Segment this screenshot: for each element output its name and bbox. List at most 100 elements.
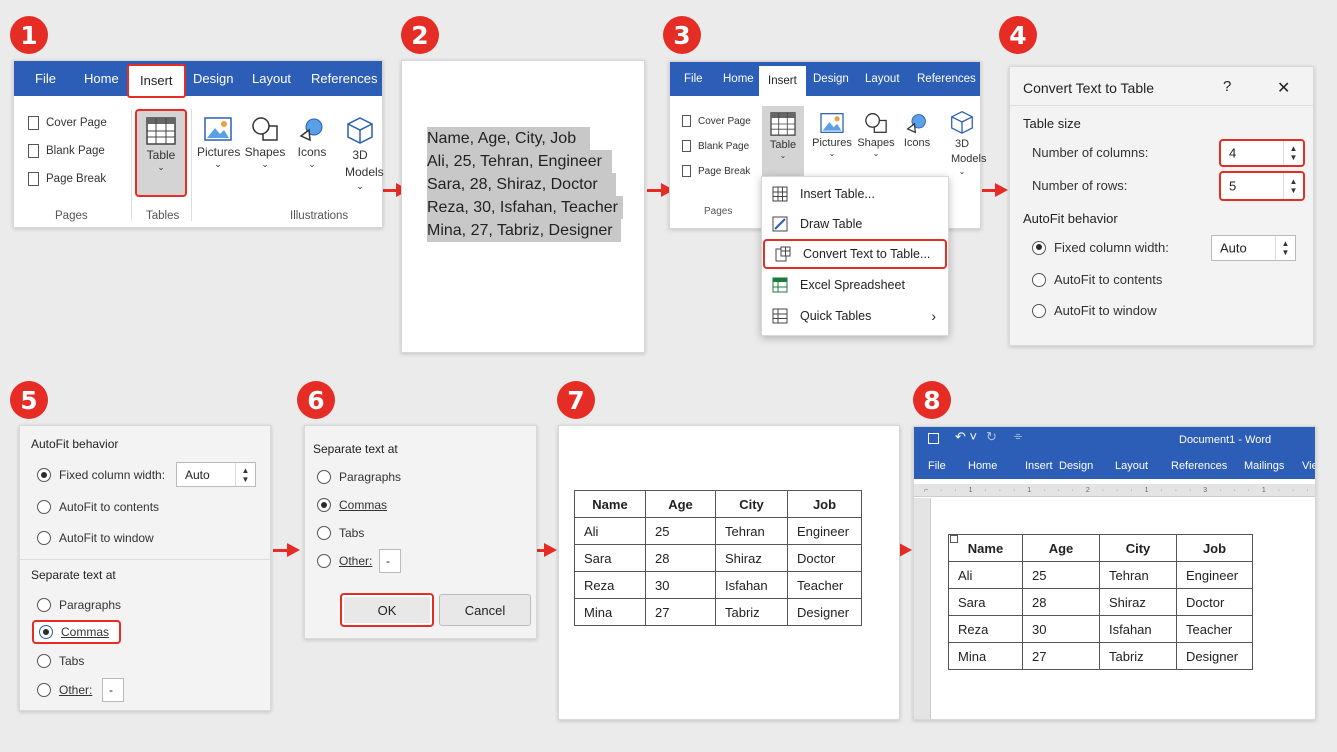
autofit-contents-option[interactable]: AutoFit to contents bbox=[1032, 272, 1162, 287]
blank-page-button[interactable]: Blank Page bbox=[682, 140, 749, 152]
tabs-option[interactable]: Tabs bbox=[317, 526, 364, 540]
tab-design[interactable]: Design bbox=[813, 62, 849, 96]
radio-selected-icon[interactable] bbox=[1032, 240, 1046, 255]
tab-insert[interactable]: Insert bbox=[759, 66, 806, 96]
vertical-ruler[interactable] bbox=[914, 498, 931, 719]
tab-file[interactable]: File bbox=[35, 61, 56, 96]
fixed-width-option[interactable]: Fixed column width: bbox=[1032, 240, 1169, 255]
rows-stepper[interactable]: 5 ▲ ▼ bbox=[1219, 171, 1305, 201]
panel-step5-options: AutoFit behavior Fixed column width: Aut… bbox=[19, 425, 271, 711]
table-cell: Reza bbox=[948, 615, 1023, 643]
radio-selected-icon[interactable] bbox=[317, 498, 331, 512]
radio-selected-icon[interactable] bbox=[39, 625, 53, 639]
tab-references[interactable]: References bbox=[1171, 460, 1227, 472]
menu-quick-tables[interactable]: Quick Tables › bbox=[762, 301, 948, 331]
selected-text-block[interactable]: Name, Age, City, Job Ali, 25, Tehran, En… bbox=[427, 127, 623, 242]
undo-icon[interactable]: ↶ ˅ bbox=[955, 429, 977, 445]
table-button[interactable]: Table ⌄ bbox=[135, 109, 187, 197]
table-cell: 27 bbox=[1022, 642, 1100, 670]
tab-home[interactable]: Home bbox=[723, 62, 754, 96]
autofit-window-option[interactable]: AutoFit to window bbox=[1032, 303, 1157, 318]
redo-icon[interactable]: ↻ bbox=[986, 429, 997, 445]
other-option[interactable]: Other: bbox=[317, 554, 372, 568]
radio-icon[interactable] bbox=[37, 683, 51, 697]
page-break-button[interactable]: Page Break bbox=[28, 172, 106, 186]
menu-excel-spreadsheet[interactable]: Excel Spreadsheet bbox=[762, 270, 948, 300]
spin-arrows-icon[interactable]: ▲ ▼ bbox=[1283, 141, 1303, 165]
help-icon[interactable]: ? bbox=[1223, 78, 1231, 95]
paragraphs-label: Paragraphs bbox=[59, 598, 122, 612]
tab-home[interactable]: Home bbox=[84, 61, 119, 96]
autofit-window-option[interactable]: AutoFit to window bbox=[37, 531, 154, 545]
tab-design[interactable]: Design bbox=[1059, 460, 1093, 472]
tab-insert[interactable]: Insert bbox=[127, 64, 186, 98]
cover-page-icon bbox=[682, 115, 691, 127]
tab-view[interactable]: Vie bbox=[1302, 460, 1315, 472]
pictures-button[interactable]: Pictures ⌄ bbox=[197, 116, 240, 170]
fixed-width-option[interactable]: Fixed column width: bbox=[37, 468, 165, 482]
spin-arrows-icon[interactable]: ▲ ▼ bbox=[1283, 173, 1303, 199]
icons-button[interactable]: Icons ⌄ bbox=[291, 116, 333, 170]
radio-selected-icon[interactable] bbox=[37, 468, 51, 482]
text-line: Name, Age, City, Job bbox=[427, 127, 591, 150]
ok-button[interactable]: OK bbox=[340, 593, 434, 627]
cover-page-button[interactable]: Cover Page bbox=[682, 115, 751, 127]
icons-button[interactable]: Icons bbox=[899, 112, 935, 149]
tab-layout[interactable]: Layout bbox=[865, 62, 900, 96]
shapes-button[interactable]: Shapes ⌄ bbox=[244, 116, 286, 170]
tab-layout[interactable]: Layout bbox=[1115, 460, 1148, 472]
step-badge-3: 3 bbox=[663, 16, 701, 54]
tab-mailings[interactable]: Mailings bbox=[1244, 460, 1284, 472]
spin-arrows-icon[interactable]: ▲ ▼ bbox=[1275, 236, 1295, 260]
autofit-contents-option[interactable]: AutoFit to contents bbox=[37, 500, 159, 514]
commas-option[interactable]: Commas bbox=[32, 620, 122, 644]
tab-file[interactable]: File bbox=[928, 460, 946, 472]
3d-models-button[interactable]: 3D Models ⌄ bbox=[942, 110, 986, 176]
table-button[interactable]: Table ⌄ bbox=[762, 106, 804, 180]
group-label-pages: Pages bbox=[55, 210, 88, 222]
tab-insert[interactable]: Insert bbox=[1025, 460, 1053, 472]
cancel-button[interactable]: Cancel bbox=[439, 594, 531, 626]
blank-page-button[interactable]: Blank Page bbox=[28, 144, 105, 158]
close-icon[interactable]: ✕ bbox=[1277, 78, 1290, 98]
other-input[interactable]: - bbox=[379, 549, 401, 573]
radio-icon[interactable] bbox=[317, 470, 331, 484]
fixed-width-stepper[interactable]: Auto ▲ ▼ bbox=[176, 462, 256, 487]
tab-references[interactable]: References bbox=[311, 61, 377, 96]
save-icon[interactable] bbox=[928, 433, 939, 444]
radio-icon[interactable] bbox=[317, 526, 331, 540]
paragraphs-option[interactable]: Paragraphs bbox=[317, 470, 401, 484]
menu-draw-table[interactable]: Draw Table bbox=[762, 209, 948, 239]
tab-references[interactable]: References bbox=[917, 62, 976, 96]
menu-convert-text-to-table[interactable]: Convert Text to Table... bbox=[763, 239, 947, 269]
tab-design[interactable]: Design bbox=[193, 61, 233, 96]
radio-icon[interactable] bbox=[1032, 303, 1046, 318]
radio-icon[interactable] bbox=[37, 654, 51, 668]
radio-icon[interactable] bbox=[37, 531, 51, 545]
tab-layout[interactable]: Layout bbox=[252, 61, 291, 96]
tabs-option[interactable]: Tabs bbox=[37, 654, 84, 668]
tab-home[interactable]: Home bbox=[968, 460, 997, 472]
cover-page-button[interactable]: Cover Page bbox=[28, 116, 107, 130]
radio-icon[interactable] bbox=[37, 598, 51, 612]
table-grid-icon bbox=[772, 186, 788, 202]
other-option[interactable]: Other: bbox=[37, 683, 92, 697]
commas-option[interactable]: Commas bbox=[317, 498, 387, 512]
horizontal-ruler[interactable]: ⌐ · · 1 · · · 1 · · · 2 · · · 1 · · · 3 … bbox=[914, 484, 1315, 497]
radio-icon[interactable] bbox=[37, 500, 51, 514]
fixed-width-stepper[interactable]: Auto ▲ ▼ bbox=[1211, 235, 1296, 261]
radio-icon[interactable] bbox=[1032, 272, 1046, 287]
tab-file[interactable]: File bbox=[684, 62, 703, 96]
pictures-button[interactable]: Pictures ⌄ bbox=[812, 112, 852, 158]
shapes-button[interactable]: Shapes ⌄ bbox=[856, 112, 896, 158]
3d-models-button[interactable]: 3D Models ⌄ bbox=[336, 116, 384, 192]
page-break-button[interactable]: Page Break bbox=[682, 165, 750, 177]
customize-icon[interactable]: ⌯ bbox=[1014, 431, 1022, 442]
menu-insert-table[interactable]: Insert Table... bbox=[762, 179, 948, 209]
cover-page-label: Cover Page bbox=[698, 115, 751, 127]
other-input[interactable]: - bbox=[102, 678, 124, 702]
radio-icon[interactable] bbox=[317, 554, 331, 568]
columns-stepper[interactable]: 4 ▲ ▼ bbox=[1219, 139, 1305, 167]
spin-arrows-icon[interactable]: ▲ ▼ bbox=[235, 463, 255, 486]
paragraphs-option[interactable]: Paragraphs bbox=[37, 598, 121, 612]
